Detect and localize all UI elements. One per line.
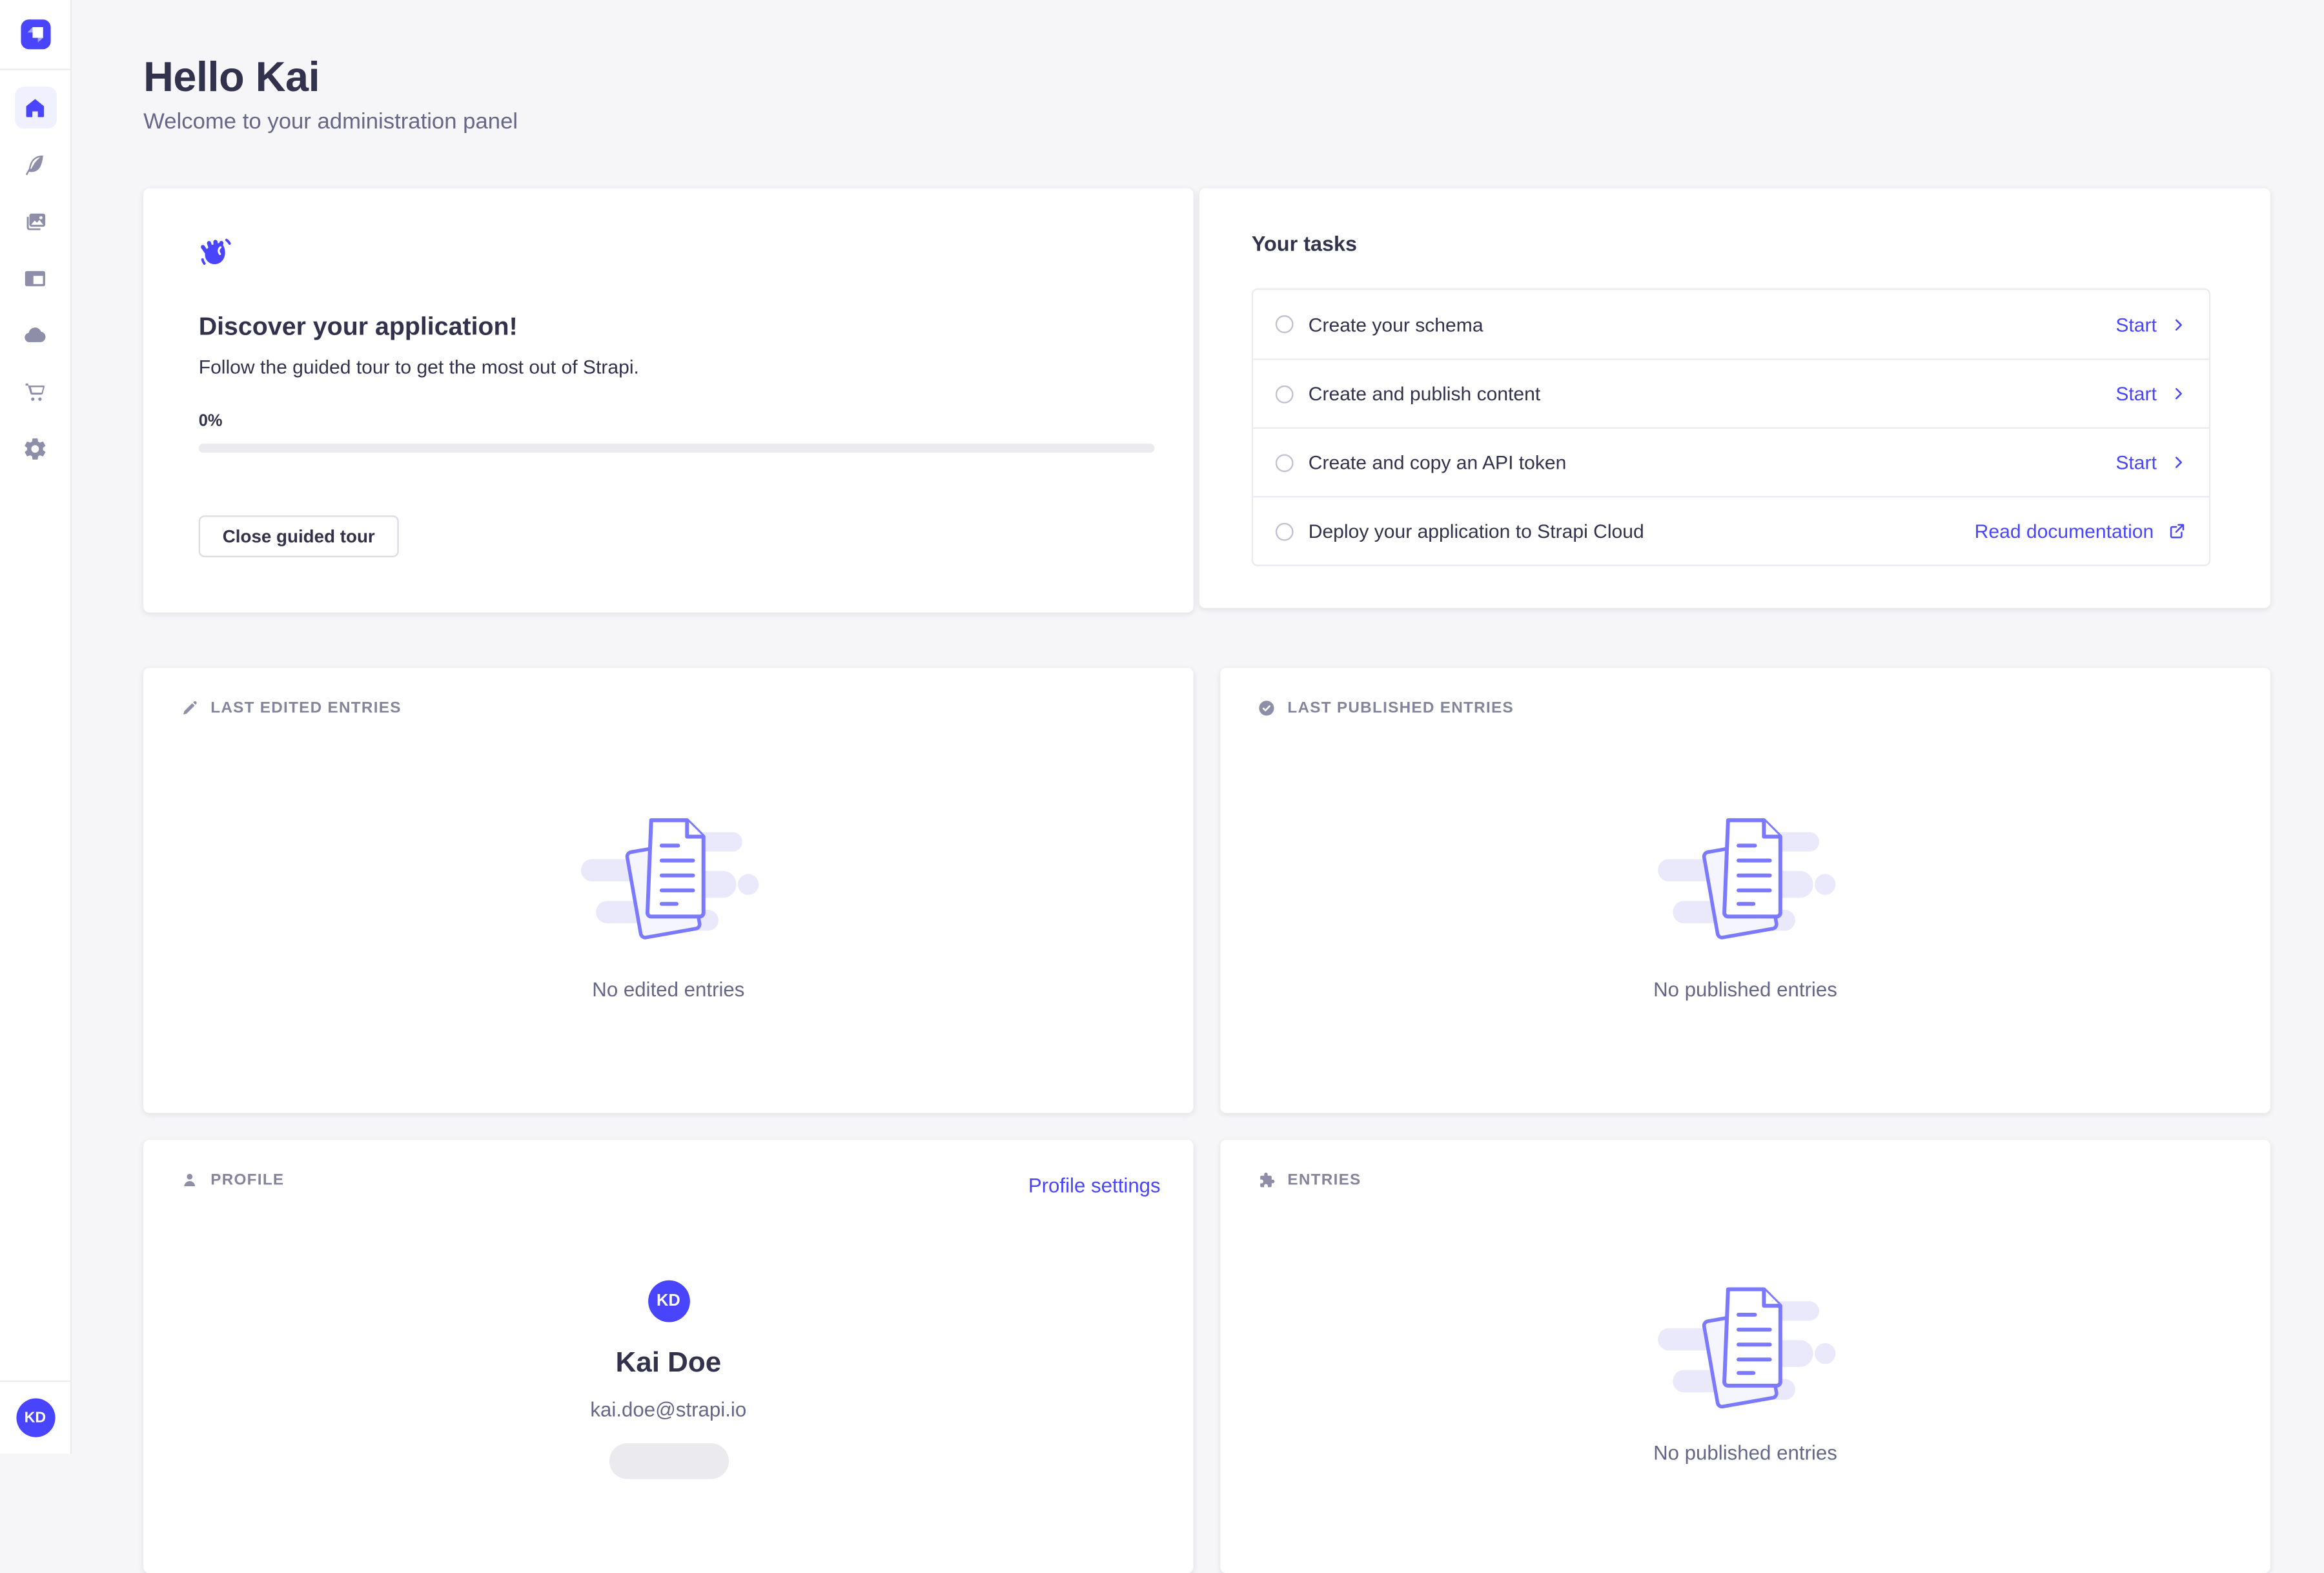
profile-settings-link[interactable]: Profile settings — [1028, 1175, 1161, 1197]
sidebar-item-content-manager[interactable] — [14, 143, 56, 185]
guided-tour-title: Discover your application! — [199, 313, 1140, 342]
widget-title: ENTRIES — [1287, 1171, 1361, 1189]
task-status-circle-icon — [1276, 453, 1294, 471]
empty-documents-illustration — [1654, 1280, 1836, 1415]
widget-header: ENTRIES — [1258, 1171, 1361, 1189]
profile-email: kai.doe@strapi.io — [590, 1399, 746, 1421]
sidebar-item-home[interactable] — [14, 87, 56, 129]
strapi-logo[interactable] — [0, 0, 70, 70]
empty-state-message: No published entries — [1653, 1442, 1837, 1465]
task-start-link[interactable]: Start — [2115, 313, 2186, 336]
empty-state-message: No published entries — [1653, 978, 1837, 1001]
task-row: Deploy your application to Strapi Cloud … — [1253, 496, 2209, 564]
task-label: Create and publish content — [1309, 382, 1541, 405]
widget-header: LAST PUBLISHED ENTRIES — [1258, 699, 1514, 717]
guided-tour-subtitle: Follow the guided tour to get the most o… — [199, 356, 1140, 378]
task-action-label: Start — [2115, 451, 2157, 474]
empty-state: No edited entries — [143, 811, 1193, 1001]
task-status-circle-icon — [1276, 385, 1294, 403]
empty-documents-illustration — [577, 811, 759, 945]
task-row: Create and publish content Start — [1253, 358, 2209, 427]
widget-title: PROFILE — [210, 1171, 284, 1189]
task-action-label: Start — [2115, 382, 2157, 405]
your-tasks-card: Your tasks Create your schema Start Crea… — [1199, 189, 2270, 608]
task-status-circle-icon — [1276, 315, 1294, 333]
task-row: Create and copy an API token Start — [1253, 427, 2209, 496]
profile-name: Kai Doe — [616, 1348, 722, 1381]
widget-title: LAST EDITED ENTRIES — [210, 699, 401, 717]
layout-icon — [23, 265, 48, 291]
wave-hand-icon — [199, 236, 236, 274]
sidebar-item-settings[interactable] — [14, 427, 56, 469]
check-circle-icon — [1258, 699, 1276, 717]
puzzle-icon — [1258, 1171, 1276, 1189]
sidebar-item-content-type-builder[interactable] — [14, 257, 56, 299]
guided-tour-card: Discover your application! Follow the gu… — [143, 189, 1193, 613]
person-icon — [181, 1171, 199, 1189]
gear-icon — [23, 435, 48, 460]
last-published-entries-card: LAST PUBLISHED ENTRIES No published entr… — [1220, 668, 2270, 1113]
widget-header: LAST EDITED ENTRIES — [181, 699, 402, 717]
task-label: Create your schema — [1309, 313, 1483, 336]
profile-avatar-initials: KD — [657, 1292, 680, 1310]
strapi-logo-icon — [20, 19, 50, 49]
guided-tour-progress-bar — [199, 444, 1155, 453]
shopping-cart-icon — [23, 379, 48, 404]
empty-documents-illustration — [1654, 811, 1836, 945]
task-start-link[interactable]: Start — [2115, 451, 2186, 474]
last-edited-entries-card: LAST EDITED ENTRIES No edited entries — [143, 668, 1193, 1113]
task-label: Deploy your application to Strapi Cloud — [1309, 520, 1644, 542]
sidebar-item-marketplace[interactable] — [14, 371, 56, 413]
user-avatar[interactable]: KD — [15, 1399, 54, 1437]
chevron-right-icon — [2170, 316, 2186, 332]
entries-card: ENTRIES No published entries — [1220, 1140, 2270, 1573]
sidebar-footer: KD — [0, 1381, 70, 1454]
empty-state: No published entries — [1220, 811, 2270, 1001]
empty-state: No published entries — [1220, 1280, 2270, 1465]
images-icon — [23, 209, 48, 234]
profile-body: KD Kai Doe kai.doe@strapi.io — [143, 1280, 1193, 1479]
profile-role-badge — [609, 1443, 728, 1479]
external-link-icon — [2167, 521, 2186, 540]
page-title: Hello Kai — [143, 54, 320, 101]
tasks-title: Your tasks — [1252, 232, 1357, 256]
cloud-icon — [23, 322, 48, 347]
empty-state-message: No edited entries — [592, 978, 744, 1001]
sidebar-nav — [0, 72, 70, 469]
profile-card: PROFILE Profile settings KD Kai Doe kai.… — [143, 1140, 1193, 1573]
widget-header: PROFILE — [181, 1171, 284, 1189]
chevron-right-icon — [2170, 454, 2186, 470]
task-list: Create your schema Start Create and publ… — [1252, 289, 2210, 566]
user-avatar-initials: KD — [25, 1410, 46, 1426]
page-subtitle: Welcome to your administration panel — [143, 109, 518, 134]
close-guided-tour-button[interactable]: Close guided tour — [199, 515, 399, 557]
chevron-right-icon — [2170, 386, 2186, 402]
task-action-label: Read documentation — [1975, 520, 2154, 542]
sidebar: KD — [0, 0, 72, 1454]
task-row: Create your schema Start — [1253, 290, 2209, 358]
sidebar-item-cloud[interactable] — [14, 314, 56, 356]
widget-title: LAST PUBLISHED ENTRIES — [1287, 699, 1514, 717]
task-action-label: Start — [2115, 313, 2157, 336]
task-start-link[interactable]: Start — [2115, 382, 2186, 405]
task-read-documentation-link[interactable]: Read documentation — [1975, 520, 2186, 542]
pencil-icon — [181, 699, 199, 717]
home-icon — [23, 95, 48, 120]
guided-tour-progress-label: 0% — [199, 413, 1140, 431]
task-status-circle-icon — [1276, 522, 1294, 540]
task-label: Create and copy an API token — [1309, 451, 1567, 474]
feather-icon — [23, 152, 48, 177]
sidebar-item-media-library[interactable] — [14, 200, 56, 242]
profile-avatar: KD — [647, 1280, 689, 1322]
app-viewport: KD Hello Kai Welcome to your administrat… — [0, 0, 2324, 1454]
